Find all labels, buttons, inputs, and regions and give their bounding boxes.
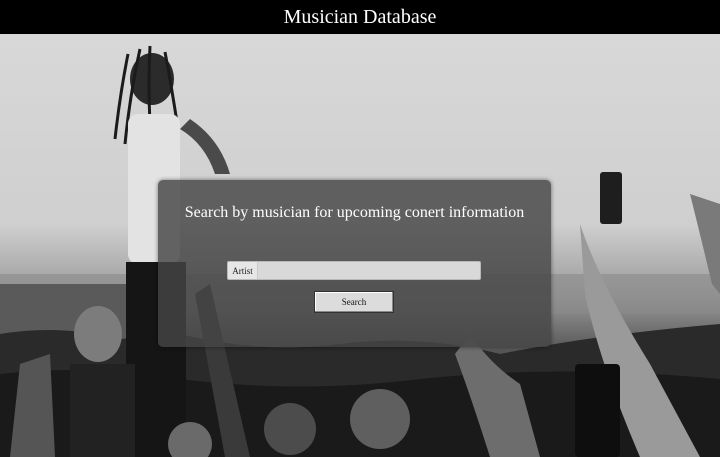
search-heading: Search by musician for upcoming conert i… (184, 204, 525, 221)
artist-search-input[interactable] (258, 261, 481, 280)
site-header: Musician Database (0, 0, 720, 34)
artist-field-label: Artist (227, 261, 258, 280)
artist-input-group: Artist (227, 261, 481, 280)
search-panel: Search by musician for upcoming conert i… (158, 180, 551, 347)
search-button[interactable]: Search (314, 291, 394, 313)
site-title: Musician Database (283, 5, 437, 28)
